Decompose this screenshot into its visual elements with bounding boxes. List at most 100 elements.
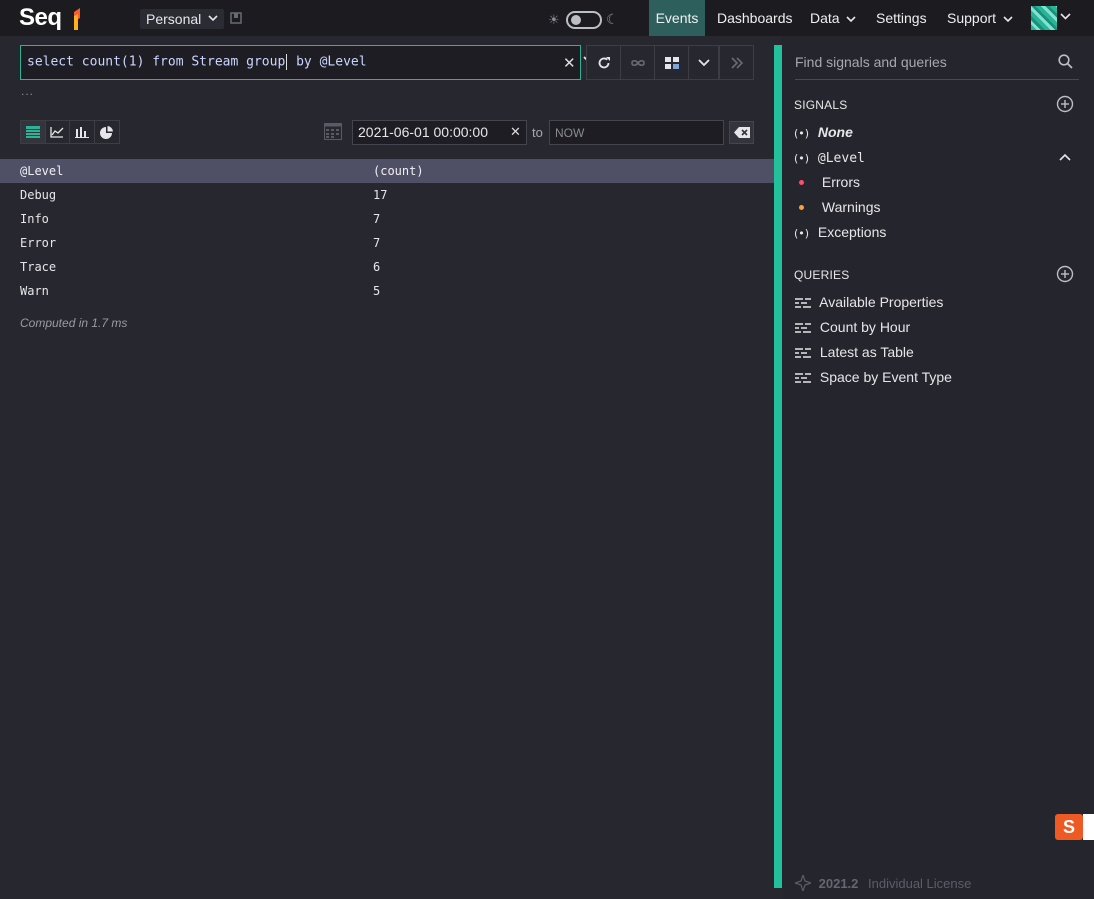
pie-chart-button[interactable] [95, 121, 119, 143]
add-query-icon[interactable] [1056, 265, 1074, 283]
signal-group-level[interactable]: (•) @Level [794, 149, 865, 169]
moon-icon: ☾ [606, 11, 619, 27]
nav-data[interactable]: Data [810, 0, 857, 36]
app-logo[interactable]: Seq [19, 4, 62, 32]
workspace-selector[interactable]: Personal [140, 9, 224, 29]
query-input[interactable]: select count(1) from Stream group by @Le… [20, 45, 595, 80]
cell-level: Debug [20, 188, 57, 202]
query-text-end: by @Level [288, 54, 367, 70]
table-row[interactable]: Info 7 [0, 207, 774, 231]
backspace-icon [733, 127, 750, 138]
column-header-count[interactable]: (count) [373, 164, 424, 178]
signal-search-placeholder: Find signals and queries [795, 54, 947, 70]
layout-grid-icon [664, 56, 679, 69]
expand-button[interactable] [720, 46, 753, 79]
warnings-dot-icon [799, 204, 804, 210]
chevron-down-icon [698, 58, 710, 66]
panel-resize-handle[interactable] [774, 45, 782, 888]
sparkle-icon [793, 873, 813, 893]
query-text[interactable]: select count(1) from Stream group by @Le… [27, 54, 367, 70]
table-row[interactable]: Trace 6 [0, 255, 774, 279]
tail-button[interactable] [621, 46, 655, 79]
range-from-input[interactable]: 2021-06-01 00:00:00 [352, 120, 527, 145]
version-number: 2021.2 [818, 876, 859, 891]
query-item-label: Latest as Table [819, 344, 914, 360]
signal-exceptions[interactable]: (•) Exceptions [794, 224, 886, 244]
clear-query-icon[interactable]: ✕ [563, 54, 576, 72]
table-row[interactable]: Error 7 [0, 231, 774, 255]
signal-search-input[interactable]: Find signals and queries [795, 52, 1079, 80]
ime-indicator-icon[interactable]: S [1055, 814, 1083, 840]
cell-level: Warn [20, 284, 49, 298]
signal-warnings-label: Warnings [821, 199, 881, 215]
nav-data-label: Data [810, 10, 840, 26]
refresh-button[interactable] [587, 46, 621, 79]
chevron-down-icon [846, 16, 857, 22]
search-icon[interactable] [1058, 54, 1073, 69]
layout-menu-button[interactable] [689, 46, 719, 79]
signal-warnings[interactable]: Warnings [794, 199, 881, 219]
add-signal-icon[interactable] [1056, 95, 1074, 113]
signals-section-title: SIGNALS [794, 98, 848, 112]
cell-count: 7 [373, 212, 381, 226]
workspace-label: Personal [146, 11, 202, 27]
nav-support[interactable]: Support [947, 0, 1013, 36]
computed-time: Computed in 1.7 ms [20, 316, 128, 330]
bar-chart-button[interactable] [70, 121, 95, 143]
query-item-label: Space by Event Type [819, 369, 952, 385]
query-actions [586, 45, 719, 80]
table-icon [25, 126, 40, 138]
theme-switch[interactable] [566, 11, 602, 29]
cell-count: 17 [373, 188, 388, 202]
clear-from-icon[interactable]: ✕ [510, 124, 521, 140]
signal-icon: (•) [794, 127, 810, 140]
table-view-button[interactable] [21, 121, 46, 143]
signal-group-label: @Level [817, 151, 865, 166]
query-item[interactable]: Latest as Table [794, 344, 914, 364]
cell-level: Info [20, 212, 49, 226]
signal-none-label: None [817, 124, 853, 140]
nav-events[interactable]: Events [649, 0, 705, 36]
cell-level: Trace [20, 260, 57, 274]
chevron-down-icon [208, 15, 218, 22]
nav-settings[interactable]: Settings [876, 0, 927, 36]
cell-count: 5 [373, 284, 381, 298]
line-chart-icon [50, 127, 64, 138]
chevron-down-icon[interactable] [1060, 13, 1071, 20]
version-footer: 2021.2 Individual License [793, 873, 972, 893]
query-text-start: select count(1) from Stream group [27, 54, 286, 70]
query-item[interactable]: Count by Hour [794, 319, 910, 339]
table-row[interactable]: Debug 17 [0, 183, 774, 207]
infinity-icon [630, 59, 645, 66]
license-label: Individual License [868, 876, 972, 891]
clear-range-button[interactable] [729, 121, 754, 144]
user-avatar[interactable] [1031, 6, 1057, 30]
range-to-label: to [532, 125, 543, 140]
nav-dashboards[interactable]: Dashboards [717, 0, 793, 36]
layout-button[interactable] [655, 46, 689, 79]
cell-level: Error [20, 236, 57, 250]
cell-count: 6 [373, 260, 381, 274]
query-more-indicator[interactable]: ... [21, 84, 34, 98]
column-header-level[interactable]: @Level [20, 164, 63, 178]
switch-knob [571, 15, 581, 25]
line-chart-button[interactable] [46, 121, 70, 143]
calendar-icon[interactable] [324, 123, 342, 140]
signal-errors[interactable]: Errors [794, 174, 860, 194]
nav-support-label: Support [947, 10, 997, 26]
table-row[interactable]: Warn 5 [0, 279, 774, 303]
errors-dot-icon [799, 179, 804, 185]
cell-count: 7 [373, 236, 381, 250]
query-item[interactable]: Available Properties [794, 294, 943, 314]
double-chevron-right-icon [730, 56, 743, 69]
chevron-up-icon[interactable] [1059, 153, 1071, 161]
signal-icon: (•) [794, 227, 810, 240]
query-item[interactable]: Space by Event Type [794, 369, 952, 389]
workspace-pin-icon[interactable] [230, 12, 242, 24]
query-icon [795, 373, 811, 384]
signal-none[interactable]: (•) None [794, 124, 853, 144]
top-bar: Seq Personal ☀ ☾ Events Dashboards Data … [0, 0, 1094, 36]
range-to-input[interactable]: NOW [549, 120, 724, 145]
pie-chart-icon [100, 125, 114, 139]
theme-toggle[interactable]: ☀ ☾ [548, 10, 620, 29]
